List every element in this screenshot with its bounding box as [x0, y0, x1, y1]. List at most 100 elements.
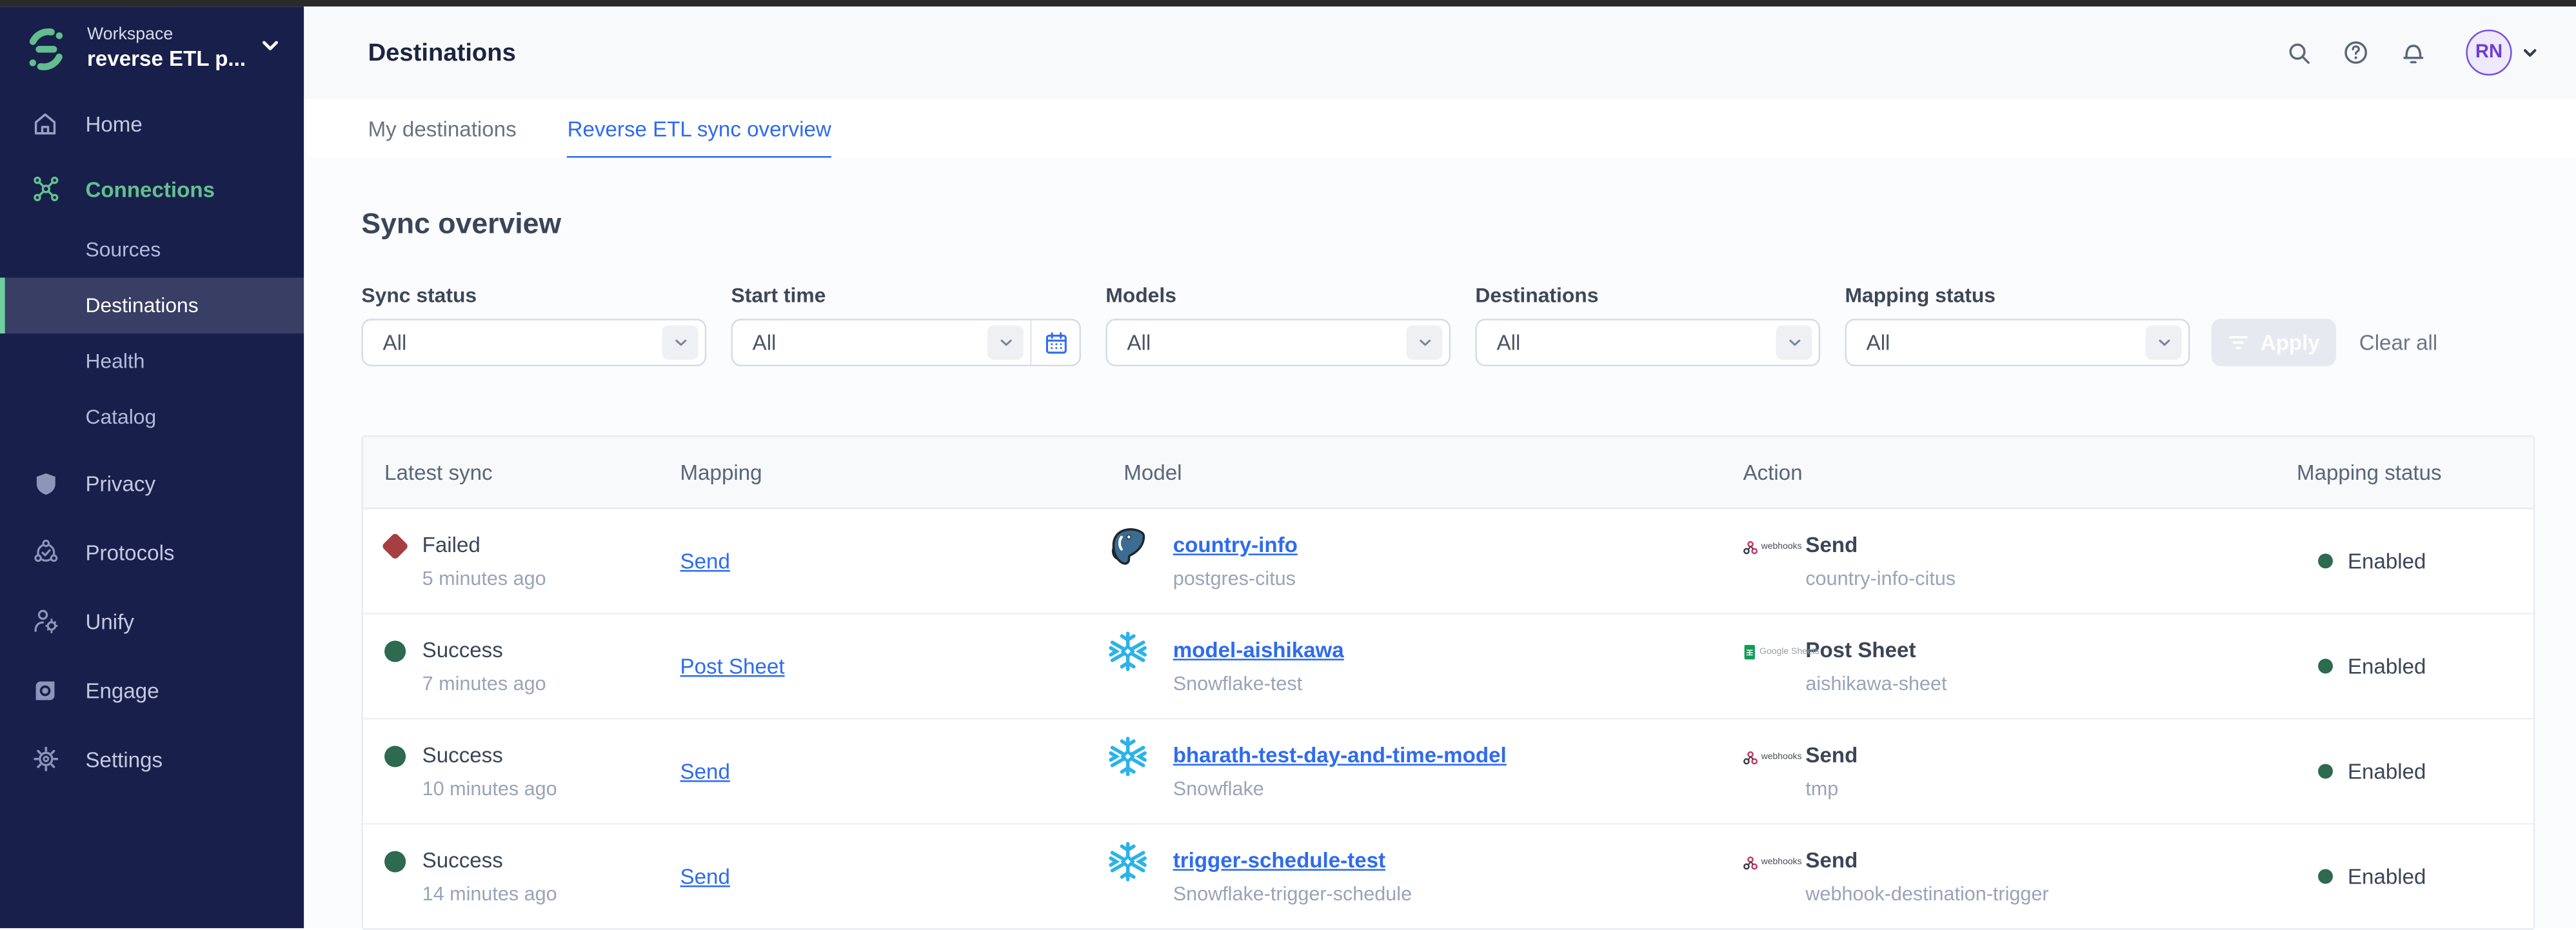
- status-success-icon: [384, 851, 406, 872]
- sidebar-item-catalog[interactable]: Catalog: [0, 390, 304, 446]
- webhooks-logo-icon: webhooks Google Sheets: [1743, 856, 1783, 871]
- mapping-link[interactable]: Send: [680, 759, 730, 784]
- apply-label: Apply: [2261, 330, 2320, 355]
- sidebar-item-label: Privacy: [85, 471, 155, 495]
- filters-row: Sync status All Start time All: [361, 284, 2535, 366]
- sidebar-item-settings[interactable]: Settings: [0, 724, 304, 793]
- sidebar-item-label: Engage: [85, 678, 159, 702]
- chevron-down-icon: [2146, 325, 2182, 359]
- gear-icon: [30, 744, 61, 774]
- sidebar-item-label: Health: [85, 350, 144, 373]
- start-time-control: All: [731, 319, 1082, 366]
- workspace-switcher[interactable]: Workspace reverse ETL p...: [0, 6, 304, 87]
- user-menu[interactable]: RN: [2466, 30, 2540, 75]
- sidebar-item-health[interactable]: Health: [0, 333, 304, 390]
- enabled-dot-icon: [2318, 553, 2333, 568]
- status-success-icon: [384, 746, 406, 767]
- sidebar-item-engage[interactable]: Engage: [0, 655, 304, 724]
- model-link[interactable]: trigger-schedule-test: [1173, 847, 1385, 874]
- status-failed-icon: [381, 532, 409, 560]
- action-label: Send: [1805, 847, 2048, 874]
- titlebar: Destinations RN: [304, 6, 2576, 100]
- sidebar-item-label: Settings: [85, 747, 163, 771]
- model-link[interactable]: country-info: [1173, 531, 1298, 558]
- mapping-status-select[interactable]: All: [1845, 319, 2190, 366]
- table-row: Success 7 minutes ago Post Sheet: [363, 615, 2533, 720]
- action-destination-text: country-info-citus: [1805, 567, 1956, 591]
- tab-reverse-etl-sync-overview[interactable]: Reverse ETL sync overview: [568, 99, 831, 158]
- destinations-select[interactable]: All: [1475, 319, 1820, 366]
- snowflake-icon: [1105, 840, 1150, 884]
- workspace-info: Workspace reverse ETL p...: [87, 23, 256, 74]
- postgres-icon: [1105, 524, 1150, 569]
- action-label: Send: [1805, 742, 1858, 768]
- filter-label: Models: [1105, 284, 1451, 308]
- apply-button[interactable]: Apply: [2212, 319, 2337, 366]
- shield-icon: [30, 469, 61, 497]
- action-destination-text: tmp: [1805, 777, 1858, 801]
- mapping-link[interactable]: Post Sheet: [680, 654, 785, 678]
- search-icon[interactable]: [2284, 38, 2313, 68]
- sidebar-item-unify[interactable]: Unify: [0, 587, 304, 656]
- enabled-dot-icon: [2318, 869, 2333, 884]
- sidebar-item-privacy[interactable]: Privacy: [0, 449, 304, 518]
- action-label: Send: [1805, 531, 1956, 558]
- clear-all-button[interactable]: Clear all: [2359, 330, 2437, 355]
- mapping-link[interactable]: Send: [680, 864, 730, 889]
- model-source-text: Snowflake-trigger-schedule: [1173, 882, 1412, 906]
- select-value: All: [382, 330, 662, 355]
- protocols-icon: [30, 537, 61, 567]
- mapping-status-cell: Enabled: [2275, 864, 2533, 889]
- sidebar-item-protocols[interactable]: Protocols: [0, 518, 304, 587]
- models-select[interactable]: All: [1105, 319, 1451, 366]
- mapping-cell: Send: [659, 864, 1084, 889]
- sidebar-item-connections[interactable]: Connections: [0, 156, 304, 222]
- sidebar-item-home[interactable]: Home: [0, 90, 304, 156]
- column-header-action: Action: [1721, 460, 2275, 484]
- filter-icon: [2228, 333, 2249, 351]
- sidebar-item-label: Catalog: [85, 406, 156, 429]
- help-icon[interactable]: [2341, 38, 2371, 68]
- latest-sync-cell: Success 7 minutes ago: [363, 637, 659, 695]
- sync-status-text: Failed: [422, 531, 546, 558]
- filter-sync-status: Sync status All: [361, 284, 706, 366]
- sync-status-text: Success: [422, 637, 546, 663]
- start-time-select[interactable]: All: [733, 321, 1032, 365]
- tab-my-destinations[interactable]: My destinations: [368, 99, 517, 158]
- snowflake-icon: [1105, 735, 1150, 779]
- calendar-button[interactable]: [1032, 321, 1080, 365]
- sync-overview-table: Latest sync Mapping Model Action Mapping…: [361, 435, 2535, 930]
- bell-icon[interactable]: [2399, 38, 2428, 68]
- table-row: Failed 5 minutes ago Send: [363, 510, 2533, 615]
- mapping-status-text: Enabled: [2348, 549, 2426, 573]
- model-cell: model-aishikawa Snowflake-test: [1084, 637, 1721, 695]
- sidebar-item-label: Sources: [85, 239, 161, 262]
- status-success-icon: [384, 640, 406, 662]
- sync-status-select[interactable]: All: [361, 319, 706, 366]
- sync-time-text: 14 minutes ago: [422, 882, 557, 906]
- main-content: Sync overview Sync status All Start time…: [304, 158, 2576, 929]
- mapping-cell: Post Sheet: [659, 654, 1084, 678]
- filter-destinations: Destinations All: [1475, 284, 1820, 366]
- sidebar-item-destinations[interactable]: Destinations: [0, 278, 304, 334]
- mapping-link[interactable]: Send: [680, 549, 730, 573]
- column-header-model: Model: [1084, 460, 1721, 484]
- titlebar-actions: RN: [2284, 6, 2540, 99]
- sync-time-text: 7 minutes ago: [422, 672, 546, 696]
- latest-sync-cell: Success 14 minutes ago: [363, 847, 659, 906]
- model-link[interactable]: bharath-test-day-and-time-model: [1173, 742, 1507, 768]
- tab-label: My destinations: [368, 116, 517, 141]
- chevron-down-icon: [2520, 43, 2540, 63]
- model-link[interactable]: model-aishikawa: [1173, 637, 1344, 663]
- mapping-status-cell: Enabled: [2275, 549, 2533, 573]
- sidebar-item-sources[interactable]: Sources: [0, 222, 304, 278]
- column-header-mapping: Mapping: [659, 460, 1084, 484]
- home-icon: [30, 110, 61, 137]
- workspace-name: reverse ETL p...: [87, 46, 256, 74]
- chevron-down-icon: [987, 325, 1024, 359]
- sync-status-text: Success: [422, 742, 557, 768]
- sidebar-item-label: Unify: [85, 609, 134, 633]
- column-header-mapping-status: Mapping status: [2275, 460, 2533, 484]
- avatar: RN: [2466, 30, 2512, 75]
- webhooks-logo-text: webhooks: [1761, 858, 1802, 868]
